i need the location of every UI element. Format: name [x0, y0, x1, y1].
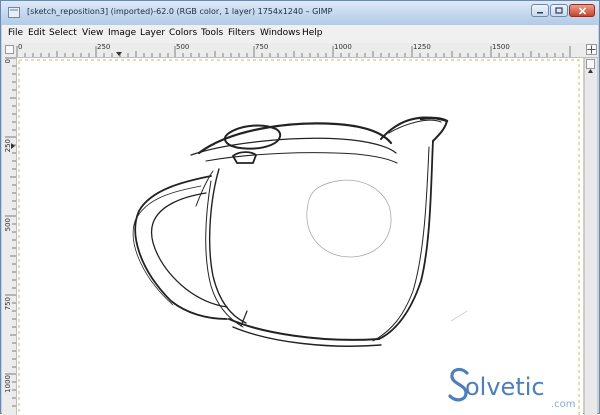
menu-edit[interactable]: Edit: [28, 28, 45, 38]
watermark-suffix: .com: [551, 399, 576, 410]
close-button[interactable]: [569, 4, 595, 17]
navigate-icon: [587, 45, 596, 54]
ruler-label-250: 250: [97, 43, 111, 51]
window-controls: [530, 4, 595, 17]
minimize-icon: [537, 11, 543, 13]
vertical-ruler-ticks: [5, 57, 16, 407]
menu-layer[interactable]: Layer: [140, 28, 165, 38]
vruler-label-250: 250: [4, 139, 12, 153]
title-bar[interactable]: [sketch_reposition3] (imported)-62.0 (RG…: [1, 1, 599, 25]
maximize-icon: [555, 7, 563, 14]
ruler-label-1250: 1250: [413, 43, 431, 51]
menu-file[interactable]: File: [8, 28, 23, 38]
vruler-label-0: 0: [4, 59, 12, 64]
teapot-sketch: [132, 116, 468, 347]
watermark-brand: olvetic: [465, 373, 545, 401]
vruler-label-750: 750: [4, 297, 12, 311]
menu-filters[interactable]: Filters: [228, 28, 255, 38]
ruler-label-750: 750: [255, 43, 269, 51]
navigate-button[interactable]: [586, 44, 597, 55]
scroll-up-button[interactable]: [586, 59, 595, 73]
ruler-label-1000: 1000: [334, 43, 352, 51]
gimp-window: [sketch_reposition3] (imported)-62.0 (RG…: [0, 0, 600, 415]
ruler-label-1500: 1500: [492, 43, 510, 51]
menu-bar: File Edit Select View Image Layer Colors…: [2, 25, 598, 44]
menu-image[interactable]: Image: [108, 28, 136, 38]
menu-windows[interactable]: Windows: [260, 28, 300, 38]
vruler-label-500: 500: [4, 218, 12, 232]
menu-colors[interactable]: Colors: [169, 28, 197, 38]
window-title: [sketch_reposition3] (imported)-62.0 (RG…: [27, 7, 333, 16]
image-canvas[interactable]: [17, 58, 583, 415]
minimize-button[interactable]: [531, 4, 549, 17]
ruler-label-500: 500: [176, 43, 190, 51]
gimp-app-icon: [8, 7, 20, 18]
vertical-scrollbar[interactable]: [584, 58, 597, 415]
menu-help[interactable]: Help: [302, 28, 323, 38]
maximize-button[interactable]: [550, 4, 568, 17]
ruler-label-0: 0: [18, 43, 23, 51]
quick-mask-toggle[interactable]: [5, 45, 14, 54]
vruler-label-1000: 1000: [4, 375, 12, 393]
horizontal-ruler[interactable]: 0 250 500 750 1000 1250 1500: [2, 43, 598, 58]
close-icon: [578, 6, 586, 15]
solvetic-watermark: olvetic .com: [447, 363, 587, 415]
arrow-up-icon: [588, 69, 593, 73]
menu-view[interactable]: View: [82, 28, 103, 38]
vertical-ruler[interactable]: 0 250 500 750 1000: [2, 57, 17, 415]
menu-tools[interactable]: Tools: [201, 28, 223, 38]
menu-select[interactable]: Select: [49, 28, 77, 38]
